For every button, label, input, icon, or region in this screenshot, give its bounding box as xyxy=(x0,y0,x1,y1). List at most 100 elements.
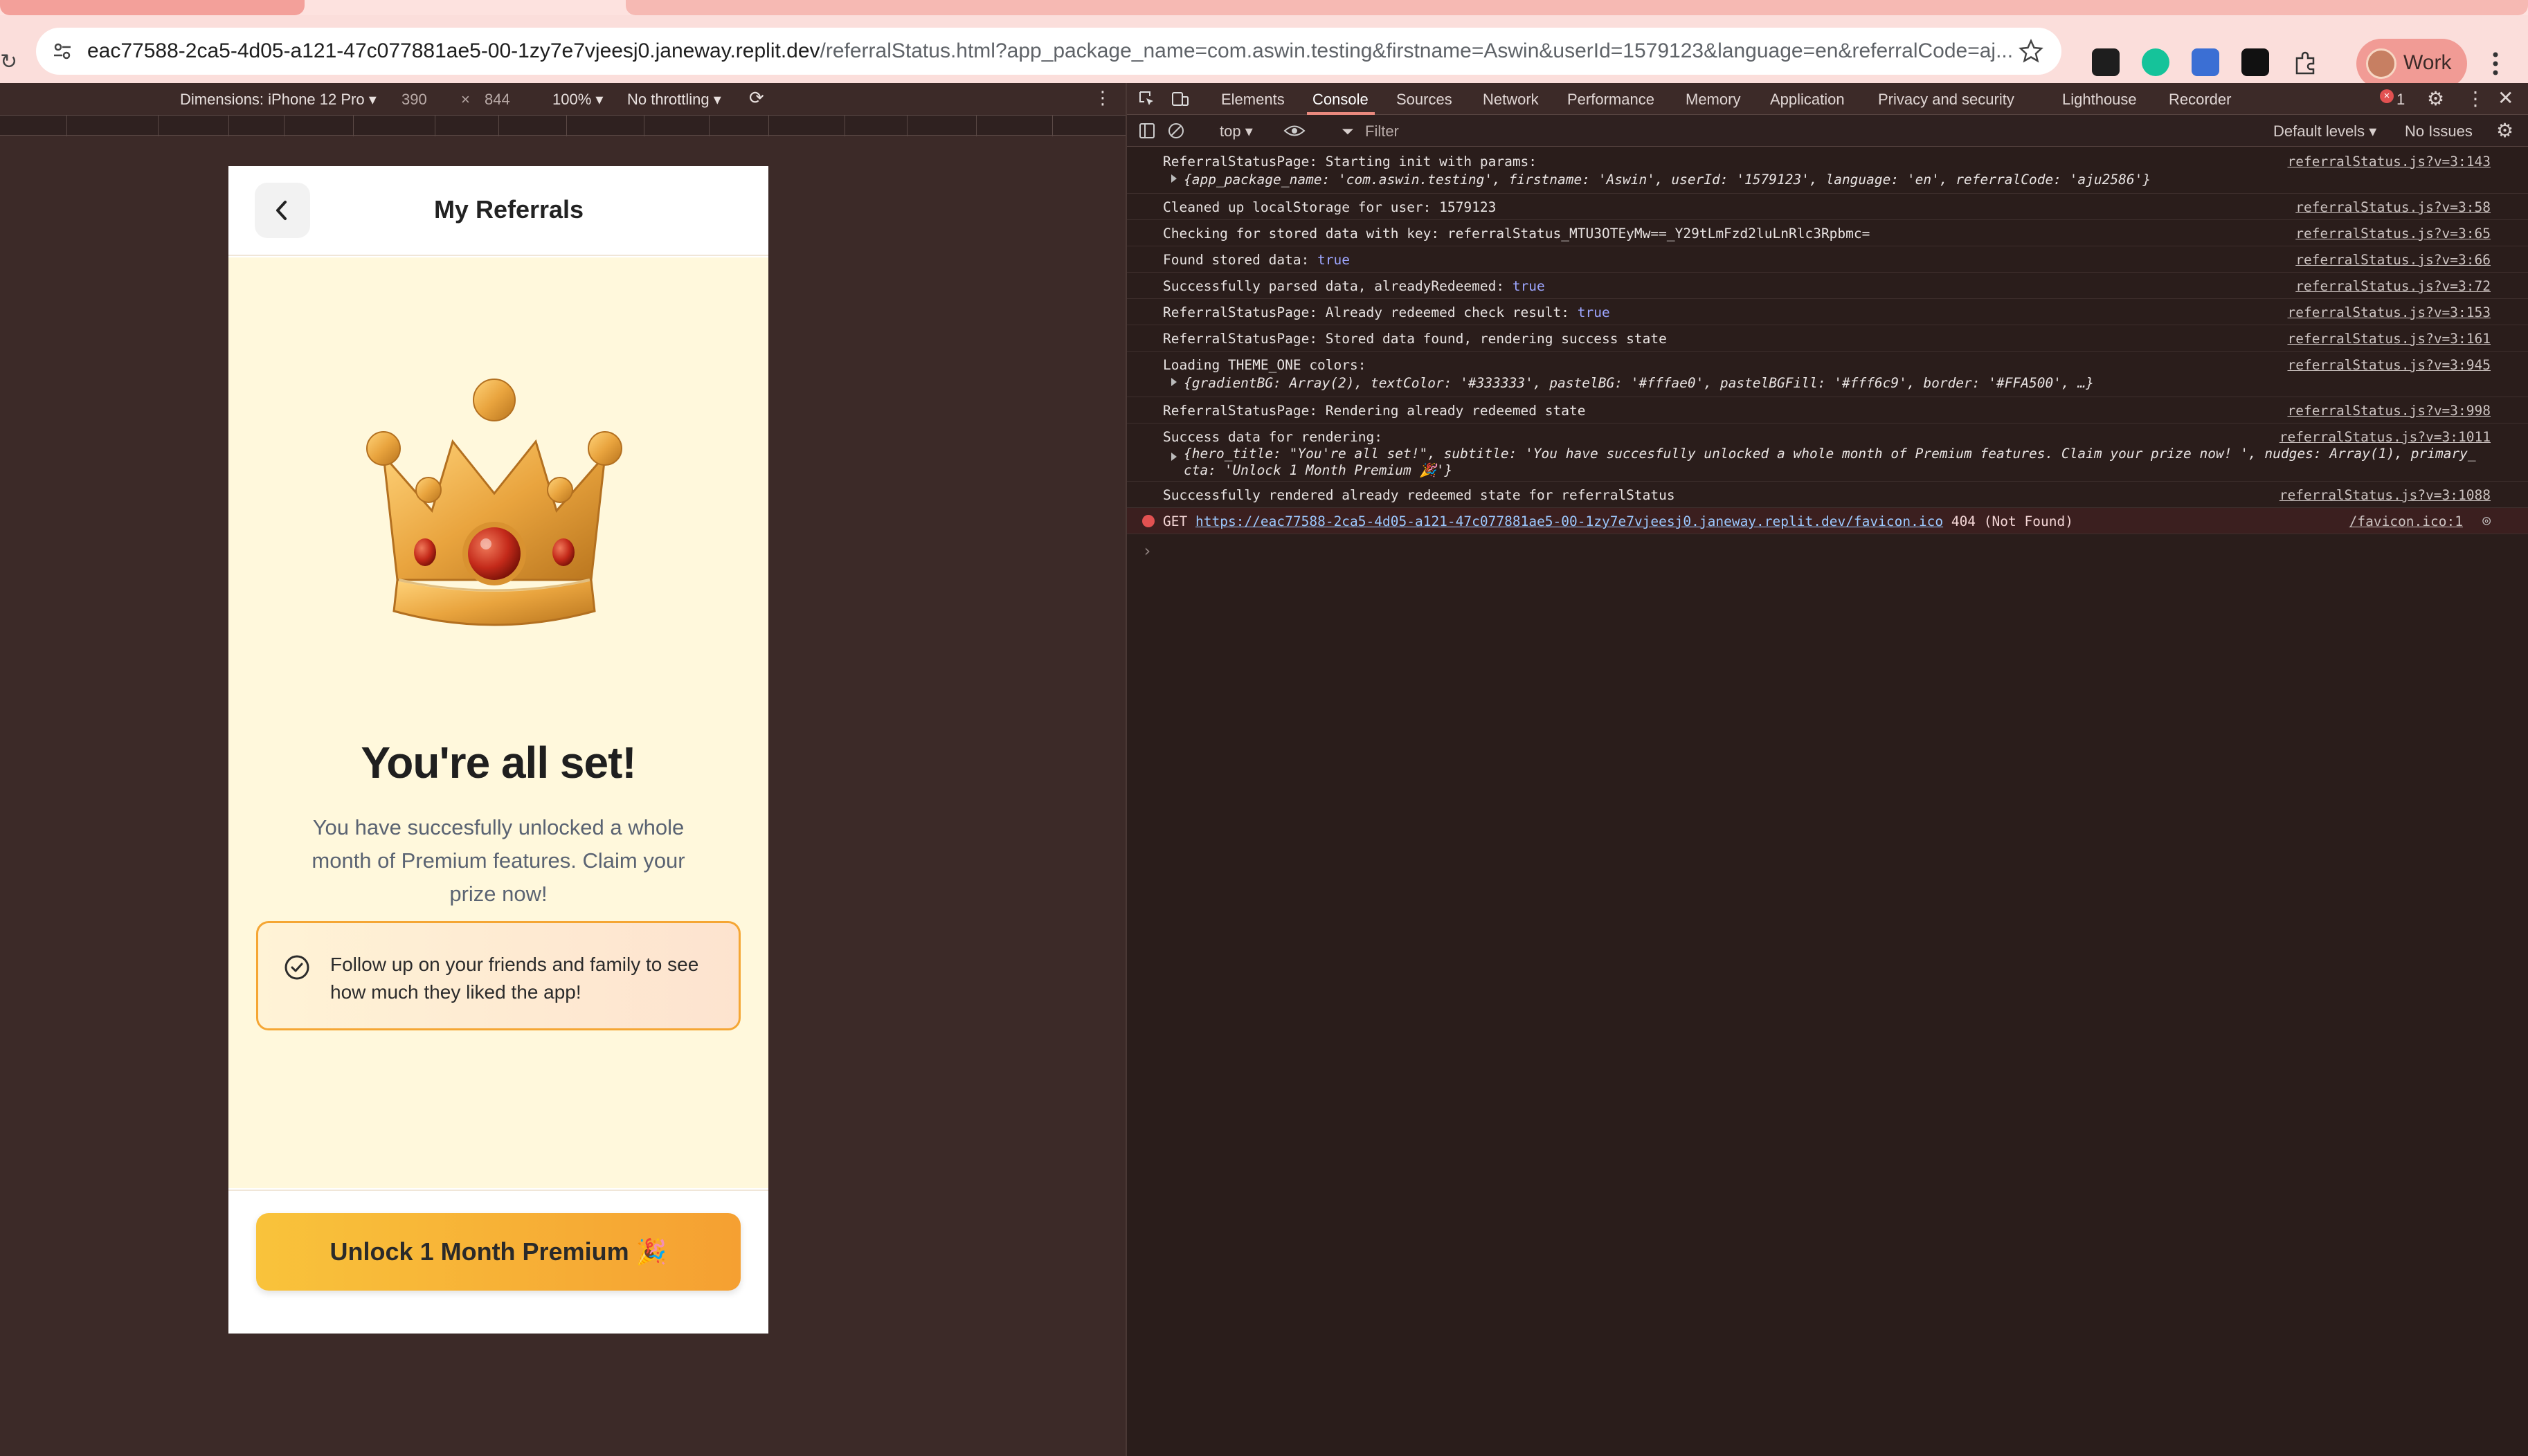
device-dimensions-dropdown[interactable]: Dimensions: iPhone 12 Pro ▾ xyxy=(180,91,377,109)
log-source-link[interactable]: referralStatus.js?v=3:66 xyxy=(2295,252,2491,268)
log-object-continued[interactable]: cta: 'Unlock 1 Month Premium 🎉'} xyxy=(1184,462,1452,478)
tab-lighthouse[interactable]: Lighthouse xyxy=(2062,91,2137,109)
log-source-link[interactable]: referralStatus.js?v=3:1088 xyxy=(2279,487,2491,503)
error-url-link[interactable]: https://eac77588-2ca5-4d05-a121-47c07788… xyxy=(1195,513,1943,529)
log-source-link[interactable]: referralStatus.js?v=3:161 xyxy=(2288,331,2491,347)
extension-icon-4[interactable] xyxy=(2241,48,2269,76)
tab-memory[interactable]: Memory xyxy=(1686,91,1740,109)
error-count[interactable]: 1 xyxy=(2396,91,2405,109)
grammarly-icon[interactable] xyxy=(2142,48,2169,76)
address-bar[interactable]: eac77588-2ca5-4d05-a121-47c077881ae5-00-… xyxy=(36,28,2061,75)
log-levels-dropdown[interactable]: Default levels ▾ xyxy=(2273,122,2376,140)
log-source-link[interactable]: referralStatus.js?v=3:998 xyxy=(2288,403,2491,419)
log-object[interactable]: {hero_title: "You're all set!", subtitle… xyxy=(1184,446,2485,462)
log-message: Cleaned up localStorage for user: 157912… xyxy=(1163,199,1497,215)
log-source-link[interactable]: referralStatus.js?v=3:945 xyxy=(2288,357,2491,373)
hero-title: You're all set! xyxy=(361,738,636,788)
console-log-row: Found stored data: true referralStatus.j… xyxy=(1127,246,2528,273)
tab-application[interactable]: Application xyxy=(1770,91,1845,109)
zoom-dropdown[interactable]: 100% ▾ xyxy=(552,91,603,109)
sidebar-toggle-icon[interactable] xyxy=(1138,122,1156,140)
log-message: Found stored data: true xyxy=(1163,252,1351,268)
expand-triangle-icon[interactable] xyxy=(1171,174,1177,183)
console-log-row: Loading THEME_ONE colors: referralStatus… xyxy=(1127,352,2528,397)
devtools-settings-icon[interactable]: ⚙ xyxy=(2427,87,2444,110)
device-height-input[interactable]: 844 xyxy=(485,91,510,109)
tab-recorder[interactable]: Recorder xyxy=(2169,91,2231,109)
log-message: Successfully rendered already redeemed s… xyxy=(1163,487,1675,503)
url-text[interactable]: eac77588-2ca5-4d05-a121-47c077881ae5-00-… xyxy=(87,39,2012,64)
reload-icon[interactable]: ↻ xyxy=(0,50,17,74)
log-source-link[interactable]: referralStatus.js?v=3:143 xyxy=(2288,154,2491,170)
log-message: Loading THEME_ONE colors: xyxy=(1163,357,1366,373)
error-source-link[interactable]: /favicon.ico:1 xyxy=(2349,513,2463,529)
throttling-dropdown[interactable]: No throttling ▾ xyxy=(627,91,721,109)
avatar xyxy=(2366,48,2396,79)
site-settings-icon[interactable] xyxy=(51,40,73,62)
ai-insights-icon[interactable]: ◎ xyxy=(2482,512,2491,528)
rotate-icon[interactable]: ⟳ xyxy=(749,87,764,109)
browser-tab-active[interactable] xyxy=(0,0,305,15)
device-viewport: Dimensions: iPhone 12 Pro ▾ 390 × 844 10… xyxy=(0,83,1126,1456)
success-panel: You're all set! You have succesfully unl… xyxy=(228,257,768,1188)
issues-counter[interactable]: No Issues xyxy=(2405,122,2473,140)
unlock-premium-button[interactable]: Unlock 1 Month Premium 🎉 xyxy=(256,1213,741,1291)
device-toggle-icon[interactable] xyxy=(1171,90,1189,108)
expand-triangle-icon[interactable] xyxy=(1171,453,1177,461)
filter-icon: ⏷ xyxy=(1342,122,1354,140)
extension-icon-1[interactable] xyxy=(2092,48,2120,76)
browser-tab[interactable] xyxy=(626,0,2528,15)
inspect-element-icon[interactable] xyxy=(1138,90,1156,108)
extensions-puzzle-icon[interactable] xyxy=(2291,48,2319,76)
devtools-menu-icon[interactable]: ⋮ xyxy=(2466,87,2485,110)
expand-triangle-icon[interactable] xyxy=(1171,378,1177,386)
crown-icon xyxy=(366,379,622,626)
console-log-row: ReferralStatusPage: Starting init with p… xyxy=(1127,148,2528,194)
live-expression-eye-icon[interactable] xyxy=(1283,122,1306,140)
bookmark-star-icon[interactable] xyxy=(2017,37,2045,65)
page-title: My Referrals xyxy=(433,195,584,224)
log-message: ReferralStatusPage: Starting init with p… xyxy=(1163,154,1537,170)
extension-icon-3[interactable] xyxy=(2192,48,2219,76)
profile-button[interactable]: Work xyxy=(2356,39,2467,89)
log-source-link[interactable]: referralStatus.js?v=3:65 xyxy=(2295,226,2491,242)
log-source-link[interactable]: referralStatus.js?v=3:58 xyxy=(2295,199,2491,215)
log-source-link[interactable]: referralStatus.js?v=3:1011 xyxy=(2279,429,2491,445)
console-filter-input[interactable]: Filter xyxy=(1365,122,1399,140)
context-selector[interactable]: top ▾ xyxy=(1220,122,1253,140)
tab-network[interactable]: Network xyxy=(1483,91,1539,109)
console-log-row: Checking for stored data with key: refer… xyxy=(1127,220,2528,246)
hero-subtitle: You have succesfully unlocked a whole mo… xyxy=(312,815,685,906)
clear-console-icon[interactable] xyxy=(1167,122,1185,140)
console-error-row: GET https://eac77588-2ca5-4d05-a121-47c0… xyxy=(1127,508,2528,534)
log-message: ReferralStatusPage: Stored data found, r… xyxy=(1163,331,1667,347)
console-log-row: ReferralStatusPage: Stored data found, r… xyxy=(1127,325,2528,352)
media-query-ruler xyxy=(0,115,1126,136)
tab-console[interactable]: Console xyxy=(1312,91,1369,109)
tab-strip xyxy=(0,0,2528,15)
console-settings-icon[interactable]: ⚙ xyxy=(2496,119,2513,142)
cta-label: Unlock 1 Month Premium 🎉 xyxy=(329,1237,667,1266)
log-message: ReferralStatusPage: Rendering already re… xyxy=(1163,403,1586,419)
nudge-card: Follow up on your friends and family to … xyxy=(256,921,741,1030)
tab-performance[interactable]: Performance xyxy=(1567,91,1654,109)
browser-menu-icon[interactable] xyxy=(2492,51,2499,76)
log-source-link[interactable]: referralStatus.js?v=3:72 xyxy=(2295,278,2491,294)
profile-label: Work xyxy=(2403,51,2452,74)
device-width-input[interactable]: 390 xyxy=(401,91,427,109)
tab-elements[interactable]: Elements xyxy=(1221,91,1285,109)
device-more-icon[interactable]: ⋮ xyxy=(1094,87,1112,109)
console-log-row: Cleaned up localStorage for user: 157912… xyxy=(1127,194,2528,220)
log-message: ReferralStatusPage: Already redeemed che… xyxy=(1163,304,1610,320)
tab-sources[interactable]: Sources xyxy=(1396,91,1452,109)
tab-privacy-security[interactable]: Privacy and security xyxy=(1878,91,2014,109)
browser-toolbar: ↻ eac77588-2ca5-4d05-a121-47c077881ae5-0… xyxy=(0,15,2528,89)
console-prompt[interactable]: › xyxy=(1142,541,1152,561)
log-source-link[interactable]: referralStatus.js?v=3:153 xyxy=(2288,304,2491,320)
log-object[interactable]: {gradientBG: Array(2), textColor: '#3333… xyxy=(1184,375,2094,391)
devtools-close-icon[interactable]: ✕ xyxy=(2498,87,2513,109)
devtools-panel: Elements Console Sources Network Perform… xyxy=(1126,83,2528,1456)
error-badge-icon[interactable]: × xyxy=(2380,89,2394,103)
dimension-separator: × xyxy=(461,91,470,108)
log-object[interactable]: {app_package_name: 'com.aswin.testing', … xyxy=(1184,172,2151,188)
